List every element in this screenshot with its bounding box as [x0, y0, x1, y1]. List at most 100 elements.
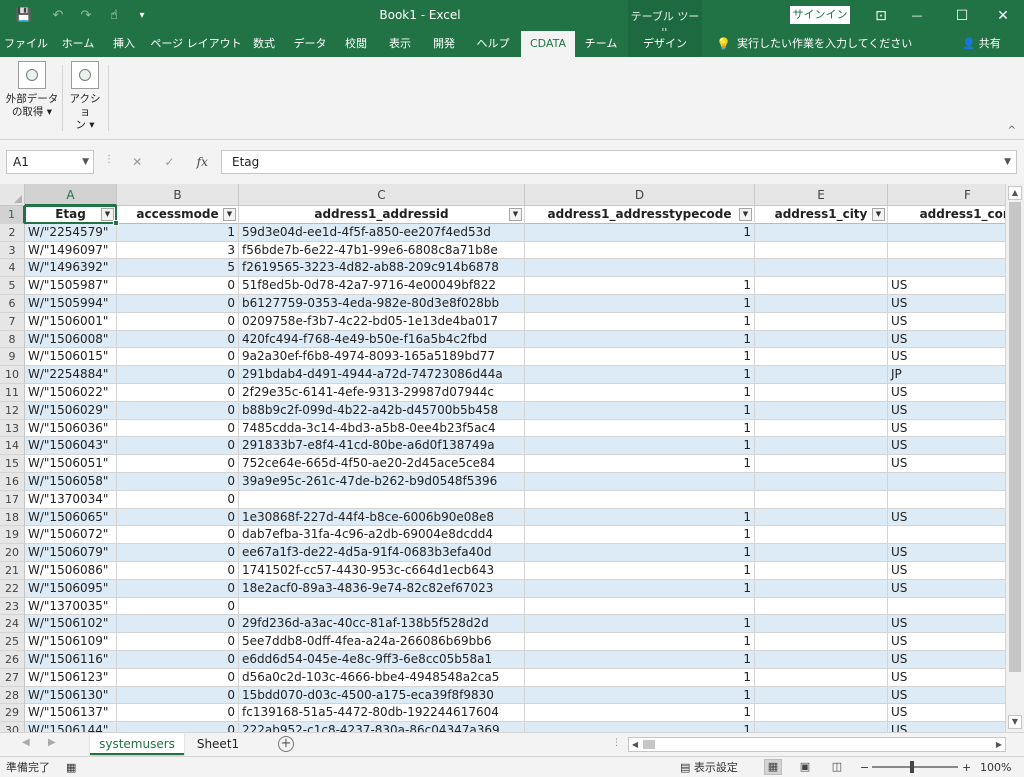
table-cell[interactable]	[755, 277, 888, 295]
table-cell[interactable]	[755, 544, 888, 562]
horizontal-scroll-thumb[interactable]	[643, 740, 655, 749]
table-cell[interactable]: 0	[117, 312, 239, 331]
table-cell[interactable]: W/"1506116"	[25, 651, 117, 669]
filter-dropdown-icon[interactable]: ▼	[872, 208, 885, 221]
table-cell[interactable]: US	[888, 455, 1005, 473]
table-cell[interactable]: 1	[525, 437, 755, 456]
sheet-tab-sheet1[interactable]: Sheet1	[188, 733, 248, 755]
table-cell[interactable]: W/"1506029"	[25, 401, 117, 420]
table-cell[interactable]	[888, 473, 1005, 491]
table-cell[interactable]: W/"1506079"	[25, 544, 117, 562]
table-cell[interactable]	[755, 401, 888, 420]
row-header[interactable]: 11	[0, 384, 25, 402]
table-cell[interactable]: b88b9c2f-099d-4b22-a42b-d45700b5b458	[239, 401, 525, 420]
scroll-up-icon[interactable]: ▲	[1008, 186, 1022, 200]
table-cell[interactable]: 0	[117, 526, 239, 545]
table-cell[interactable]	[755, 419, 888, 438]
table-cell[interactable]: 1	[525, 722, 755, 732]
table-cell[interactable]: ee67a1f3-de22-4d5a-91f4-0683b3efa40d	[239, 544, 525, 562]
table-cell[interactable]: W/"1506137"	[25, 704, 117, 723]
table-cell[interactable]	[755, 579, 888, 598]
column-header-c[interactable]: C	[239, 184, 525, 206]
table-cell[interactable]: 7485cdda-3c14-4bd3-a5b8-0ee4b23f5ac4	[239, 419, 525, 438]
zoom-level[interactable]: 100%	[980, 759, 1011, 776]
table-cell[interactable]: 3	[117, 241, 239, 260]
table-cell[interactable]: 0	[117, 455, 239, 473]
table-cell[interactable]: US	[888, 544, 1005, 562]
row-header[interactable]: 6	[0, 295, 25, 313]
table-cell[interactable]: 0	[117, 615, 239, 634]
cancel-entry-icon[interactable]: ✕	[132, 155, 142, 169]
tab-home[interactable]: ホーム	[56, 31, 100, 57]
table-cell[interactable]: W/"1506065"	[25, 508, 117, 527]
table-cell[interactable]: dab7efba-31fa-4c96-a2db-69004e8dcdd4	[239, 526, 525, 545]
table-cell[interactable]: f2619565-3223-4d82-ab88-209c914b6878	[239, 259, 525, 278]
table-cell[interactable]	[525, 259, 755, 278]
table-cell[interactable]	[755, 562, 888, 580]
table-cell[interactable]: US	[888, 669, 1005, 687]
table-cell[interactable]: 0	[117, 651, 239, 669]
tab-insert[interactable]: 挿入	[106, 31, 142, 57]
table-cell[interactable]: 0	[117, 704, 239, 723]
table-cell[interactable]: d56a0c2d-103c-4666-bbe4-4948548a2ca5	[239, 668, 525, 687]
row-header[interactable]: 18	[0, 508, 25, 527]
table-cell[interactable]: W/"1506123"	[25, 668, 117, 687]
table-cell[interactable]: 2f29e35c-6141-4efe-9313-29987d07944c	[239, 384, 525, 402]
tab-team[interactable]: チーム	[580, 31, 622, 57]
row-header[interactable]: 26	[0, 651, 25, 669]
zoom-in-button[interactable]: +	[962, 759, 971, 776]
table-cell[interactable]: US	[888, 330, 1005, 349]
close-icon[interactable]: ✕	[983, 0, 1023, 31]
filter-dropdown-icon[interactable]: ▼	[223, 208, 236, 221]
table-cell[interactable]: f56bde7b-6e22-47b1-99e6-6808c8a71b8e	[239, 241, 525, 260]
column-header-d[interactable]: D	[525, 184, 755, 206]
share-button[interactable]: 👤 共有	[962, 31, 1001, 57]
table-cell[interactable]	[755, 615, 888, 634]
table-cell[interactable]: 1	[117, 223, 239, 242]
row-header[interactable]: 21	[0, 562, 25, 580]
table-cell[interactable]: 1	[525, 312, 755, 331]
table-cell[interactable]: 1	[525, 508, 755, 527]
table-cell[interactable]	[755, 241, 888, 260]
tab-formulas[interactable]: 数式	[244, 31, 284, 57]
table-cell[interactable]: W/"1506144"	[25, 722, 117, 732]
table-cell[interactable]: 39a9e95c-261c-47de-b262-b9d0548f5396	[239, 473, 525, 491]
table-cell[interactable]: 0	[117, 473, 239, 491]
table-cell[interactable]: US	[888, 615, 1005, 634]
row-header[interactable]: 9	[0, 348, 25, 367]
table-cell[interactable]: US	[888, 579, 1005, 598]
row-header[interactable]: 15	[0, 455, 25, 473]
table-cell[interactable]: W/"1506086"	[25, 562, 117, 580]
table-cell[interactable]	[755, 384, 888, 402]
table-cell[interactable]: W/"1506008"	[25, 330, 117, 349]
row-header[interactable]: 23	[0, 597, 25, 616]
table-cell[interactable]: W/"1506051"	[25, 455, 117, 473]
row-header[interactable]: 17	[0, 490, 25, 509]
table-cell[interactable]: W/"1506102"	[25, 615, 117, 634]
table-cell[interactable]: US	[888, 722, 1005, 732]
table-cell[interactable]: e6dd6d54-045e-4e8c-9ff3-6e8cc05b58a1	[239, 651, 525, 669]
table-cell[interactable]: W/"2254579"	[25, 223, 117, 242]
table-cell[interactable]	[525, 597, 755, 616]
table-cell[interactable]: 5	[117, 259, 239, 278]
column-header-f[interactable]: F	[888, 184, 1005, 206]
table-cell[interactable]: 0	[117, 562, 239, 580]
row-header[interactable]: 22	[0, 579, 25, 598]
table-header-cell[interactable]: address1_com	[888, 206, 1005, 224]
table-cell[interactable]: 0	[117, 579, 239, 598]
vertical-scrollbar[interactable]: ▲ ▼	[1005, 184, 1024, 732]
table-cell[interactable]	[755, 259, 888, 278]
table-cell[interactable]	[755, 704, 888, 723]
table-cell[interactable]	[755, 223, 888, 242]
insert-function-icon[interactable]: fx	[197, 155, 208, 169]
undo-icon[interactable]: ↶	[46, 4, 70, 28]
table-cell[interactable]	[239, 490, 525, 509]
table-cell[interactable]	[755, 348, 888, 367]
page-layout-view-icon[interactable]: ▣	[796, 759, 814, 775]
get-external-data-button[interactable]: 外部データ の取得 ▾	[4, 61, 60, 135]
display-settings-button[interactable]: ▤ 表示設定	[680, 759, 738, 776]
vertical-scroll-thumb[interactable]	[1009, 202, 1021, 672]
table-cell[interactable]: 0	[117, 668, 239, 687]
scroll-right-icon[interactable]: ▶	[993, 738, 1005, 751]
table-cell[interactable]	[755, 490, 888, 509]
